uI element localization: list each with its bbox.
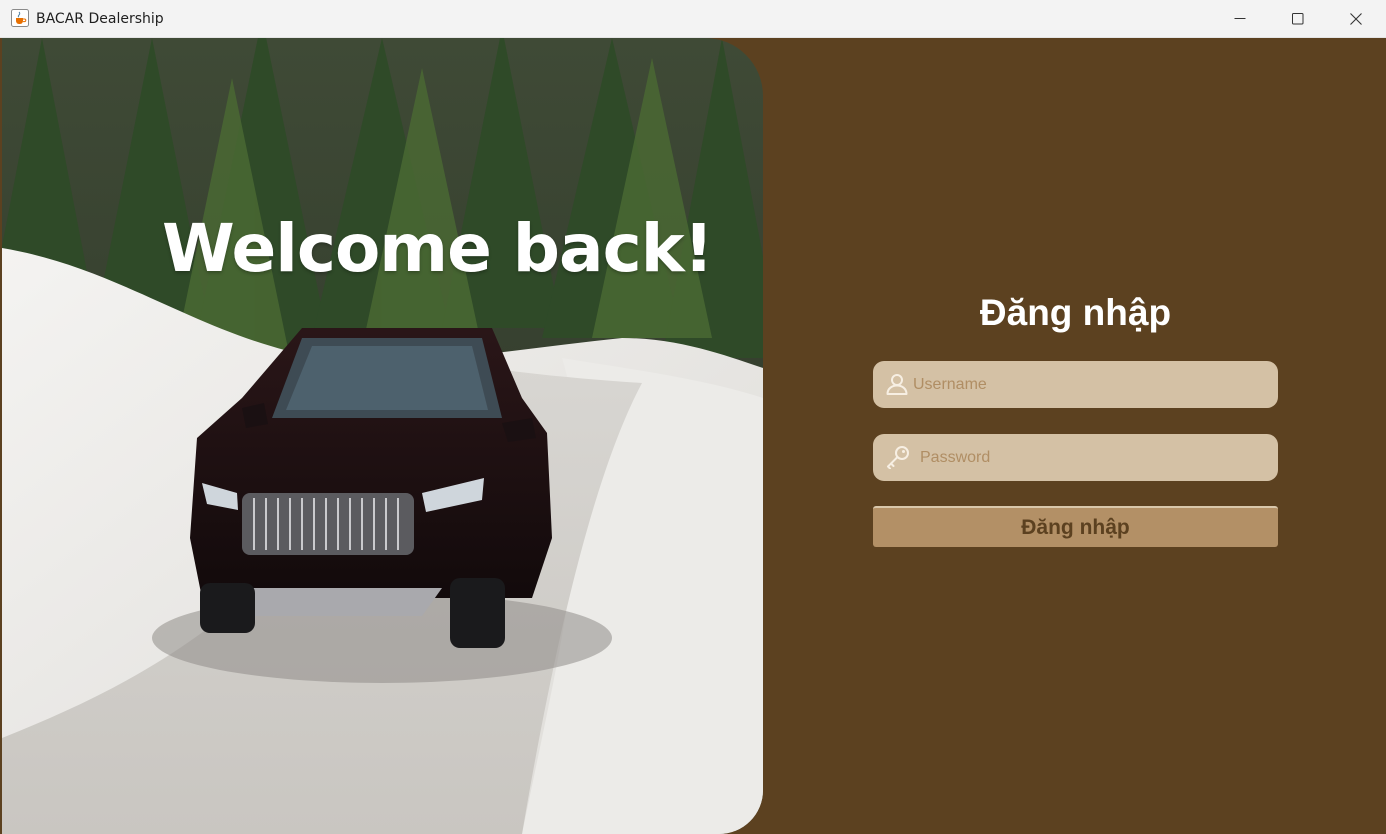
login-button[interactable]: Đăng nhập [873, 506, 1278, 547]
maximize-button[interactable] [1269, 0, 1327, 38]
window-title: BACAR Dealership [36, 11, 164, 27]
car-in-snow-image: Welcome back! [2, 38, 763, 834]
username-input[interactable] [913, 361, 1268, 408]
maximize-icon [1292, 13, 1304, 25]
java-cup-icon [11, 9, 29, 27]
close-button[interactable] [1327, 0, 1385, 38]
password-field[interactable] [873, 434, 1278, 481]
close-icon [1350, 13, 1362, 25]
key-icon [885, 445, 911, 474]
login-title: Đăng nhập [979, 292, 1172, 333]
minimize-button[interactable] [1211, 0, 1269, 38]
user-icon [885, 372, 909, 401]
password-input[interactable] [920, 434, 1268, 481]
title-bar: BACAR Dealership [0, 0, 1386, 38]
username-field[interactable] [873, 361, 1278, 408]
main-content: Welcome back! Đăng nhập Đăng nhập [0, 38, 1386, 834]
minimize-icon [1234, 18, 1246, 19]
welcome-heading: Welcome back! [162, 210, 714, 287]
